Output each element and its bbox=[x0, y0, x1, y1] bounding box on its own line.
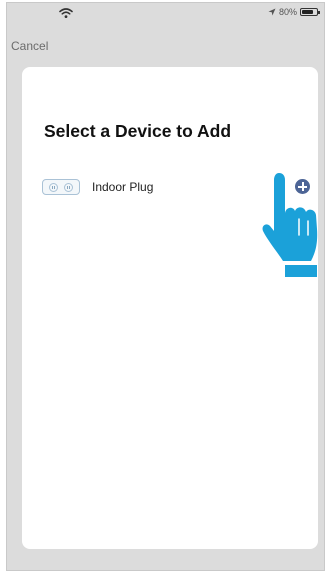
battery-icon bbox=[300, 8, 320, 16]
device-list-item[interactable]: Indoor Plug bbox=[42, 173, 310, 201]
location-arrow-icon bbox=[268, 8, 276, 16]
battery-status: 80% bbox=[268, 7, 320, 17]
socket-icon bbox=[64, 182, 73, 192]
cancel-button[interactable]: Cancel bbox=[11, 39, 48, 53]
page-title: Select a Device to Add bbox=[44, 121, 232, 141]
plug-icon bbox=[42, 179, 80, 195]
status-bar: 80% bbox=[7, 3, 324, 25]
battery-level-fill bbox=[302, 10, 314, 14]
battery-cap bbox=[318, 11, 320, 14]
device-selection-sheet: Select a Device to Add Indoor Plug bbox=[22, 67, 318, 549]
battery-percentage: 80% bbox=[278, 7, 297, 17]
wifi-icon bbox=[59, 8, 73, 18]
device-label: Indoor Plug bbox=[92, 180, 154, 194]
add-device-button[interactable] bbox=[295, 179, 310, 194]
phone-frame: 80% Cancel Select a Device to Add Indoor… bbox=[6, 2, 325, 571]
socket-icon bbox=[49, 182, 58, 192]
